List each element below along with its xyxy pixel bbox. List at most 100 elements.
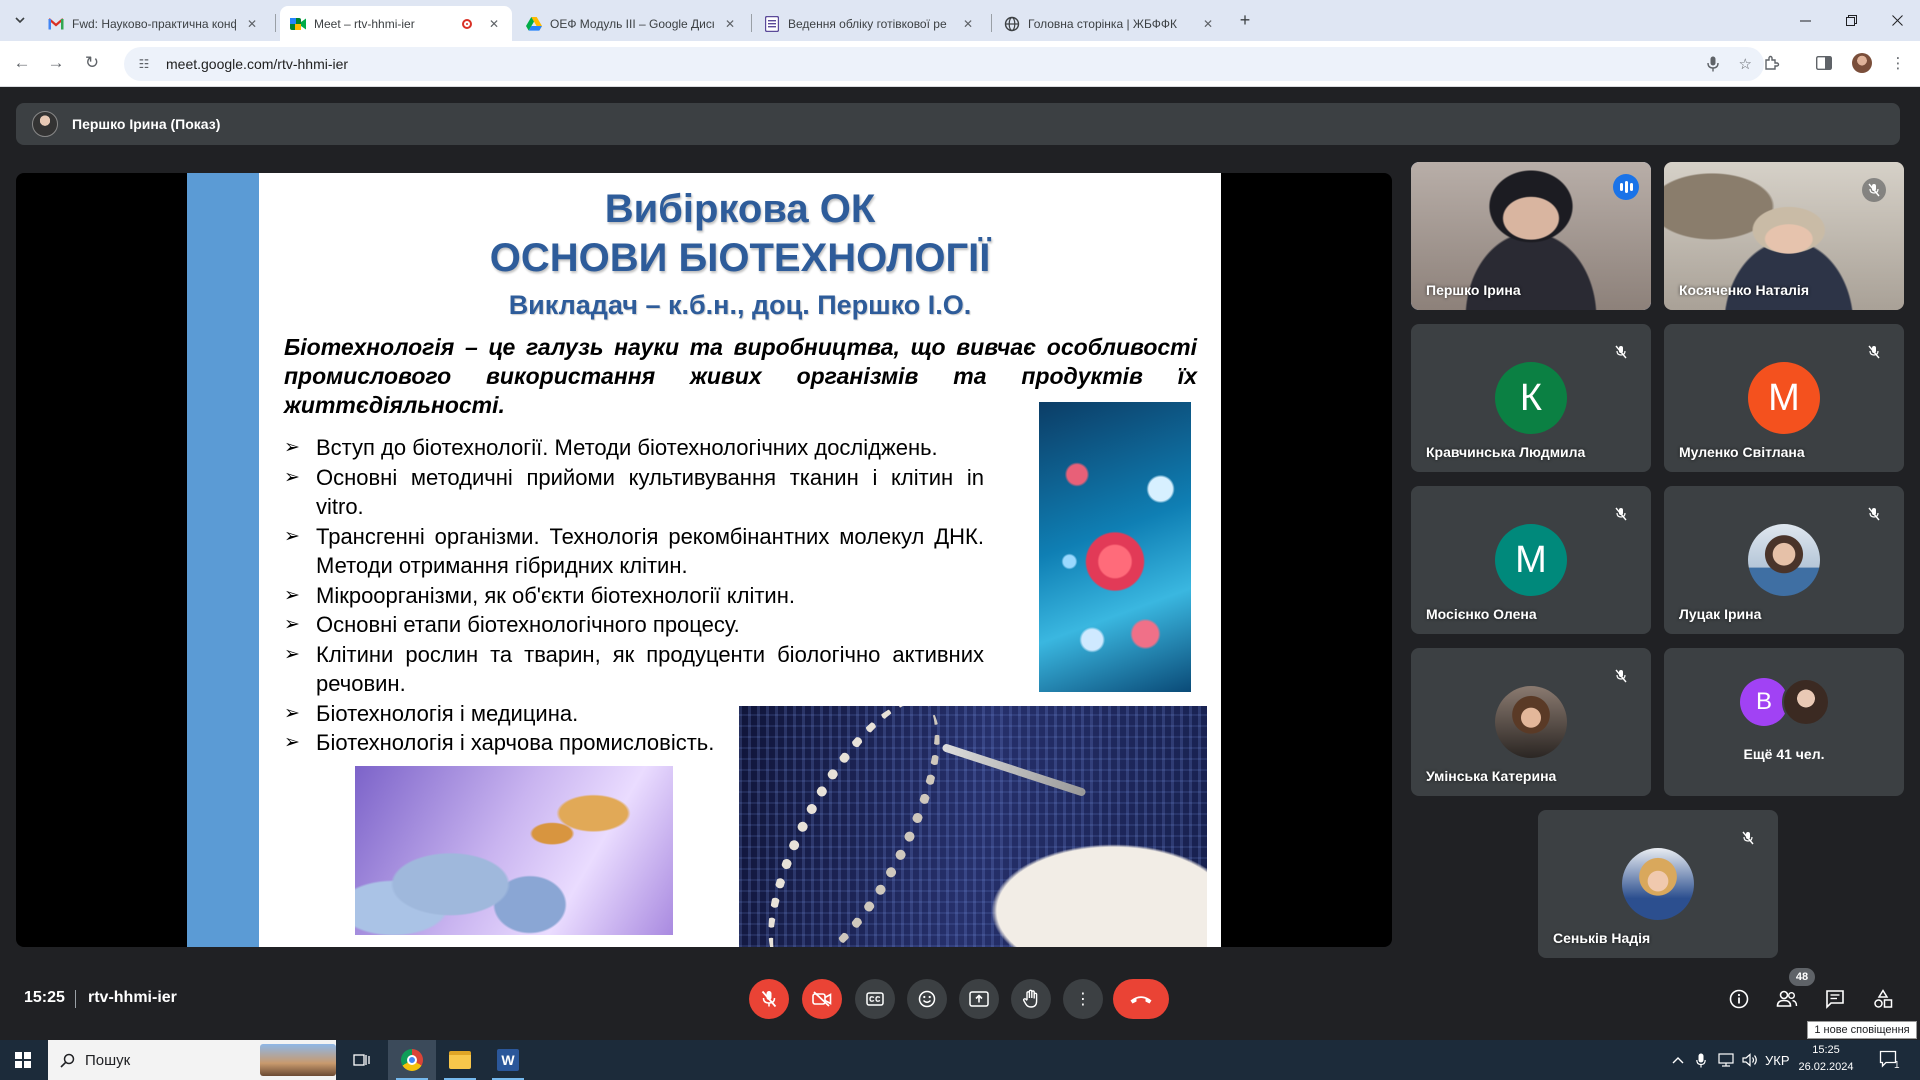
input-language-indicator[interactable]: УКР (1765, 1040, 1790, 1080)
slide-accent-bar (187, 173, 259, 947)
new-tab-button[interactable]: + (1233, 8, 1257, 32)
tray-network[interactable] (1718, 1040, 1734, 1080)
notification-count: 1 (1894, 1060, 1900, 1071)
close-tab-icon[interactable]: ✕ (960, 16, 976, 32)
speaking-indicator-icon (1613, 174, 1639, 200)
participant-tile[interactable]: Умінська Катерина (1411, 648, 1651, 796)
profile-button[interactable] (1848, 49, 1876, 77)
microphone-icon[interactable] (1706, 56, 1719, 72)
taskbar-file-explorer[interactable] (436, 1040, 484, 1080)
reload-button[interactable]: ↻ (78, 49, 106, 77)
chevron-down-icon (15, 17, 25, 24)
tab-drive[interactable]: ОЕФ Модуль ІІІ – Google Диск ✕ (516, 6, 748, 41)
mic-off-icon (1609, 340, 1633, 364)
taskbar-search-box[interactable]: Пошук (48, 1040, 336, 1080)
close-tab-icon[interactable]: ✕ (722, 16, 738, 32)
minimize-button[interactable] (1782, 0, 1828, 41)
mic-off-icon (1862, 178, 1886, 202)
avatar: М (1748, 362, 1820, 434)
taskbar-word[interactable]: W (484, 1040, 532, 1080)
mic-off-icon (1862, 340, 1886, 364)
mic-off-icon (1609, 664, 1633, 688)
avatar (1782, 678, 1830, 726)
windows-taskbar: Пошук W УКР 15:25 26.02.2024 1 (0, 1040, 1920, 1080)
antibody-illustration (355, 766, 673, 935)
show-hidden-icons-button[interactable] (1672, 1040, 1684, 1080)
docs-icon (764, 15, 780, 32)
chat-button[interactable] (1820, 984, 1850, 1014)
restore-button[interactable] (1828, 0, 1874, 41)
forward-button[interactable]: → (42, 49, 70, 77)
taskbar-chrome[interactable] (388, 1040, 436, 1080)
notification-center-button[interactable]: 1 (1870, 1040, 1910, 1080)
participant-name: Муленко Світлана (1679, 444, 1805, 460)
camera-off-icon (812, 991, 832, 1007)
present-screen-button[interactable] (959, 979, 999, 1019)
activities-button[interactable] (1868, 984, 1898, 1014)
task-view-button[interactable] (338, 1040, 386, 1080)
tray-microphone[interactable] (1696, 1040, 1706, 1080)
reactions-button[interactable] (907, 979, 947, 1019)
hang-up-icon (1130, 996, 1152, 1004)
tab-label: Головна сторінка | ЖБФФК (1028, 16, 1177, 31)
tab-search-button[interactable] (8, 8, 32, 32)
participant-tile[interactable]: Першко Ірина (1411, 162, 1651, 310)
tray-volume[interactable] (1742, 1040, 1758, 1080)
side-panel-button[interactable] (1810, 49, 1838, 77)
tab-gmail[interactable]: Fwd: Науково-практична конф ✕ (38, 6, 270, 41)
browser-menu-button[interactable]: ⋮ (1884, 49, 1912, 77)
more-participants-tile[interactable]: В Ещё 41 чел. (1664, 648, 1904, 796)
participant-tile[interactable]: Косяченко Наталія (1664, 162, 1904, 310)
back-button[interactable]: ← (8, 49, 36, 77)
meeting-info-button[interactable] (1724, 984, 1754, 1014)
participant-name: Умінська Катерина (1426, 768, 1557, 784)
participant-tile[interactable]: М Муленко Світлана (1664, 324, 1904, 472)
tab-label: Ведення обліку готівкової ре (788, 16, 947, 31)
start-button[interactable] (0, 1040, 46, 1080)
tab-label: ОЕФ Модуль ІІІ – Google Диск (550, 16, 714, 31)
leave-call-button[interactable] (1113, 979, 1169, 1019)
close-tab-icon[interactable]: ✕ (486, 16, 502, 32)
participant-tile[interactable]: М Мосієнко Олена (1411, 486, 1651, 634)
close-window-button[interactable] (1874, 0, 1920, 41)
info-icon (1729, 989, 1749, 1009)
close-tab-icon[interactable]: ✕ (1200, 16, 1216, 32)
tab-label: Meet – rtv-hhmi-ier (314, 16, 415, 31)
meeting-code: rtv-hhmi-ier (88, 989, 177, 1006)
people-button[interactable] (1772, 984, 1802, 1014)
taskbar-clock[interactable]: 15:25 26.02.2024 (1792, 1042, 1860, 1076)
participant-tile[interactable]: Сеньків Надія (1538, 810, 1778, 958)
tab-meet[interactable]: Meet – rtv-hhmi-ier ✕ (280, 6, 512, 41)
toggle-camera-button[interactable] (802, 979, 842, 1019)
globe-icon (1004, 16, 1020, 32)
avatar: М (1495, 524, 1567, 596)
close-icon (1891, 15, 1903, 26)
more-options-button[interactable]: ⋮ (1063, 979, 1103, 1019)
speaker-icon (1742, 1053, 1757, 1067)
raise-hand-button[interactable] (1011, 979, 1051, 1019)
tab-college[interactable]: Головна сторінка | ЖБФФК ✕ (994, 6, 1226, 41)
toggle-microphone-button[interactable] (749, 979, 789, 1019)
address-bar[interactable]: ☷ meet.google.com/rtv-hhmi-ier ☆ (124, 47, 1764, 81)
participant-name: Сеньків Надія (1553, 930, 1651, 946)
participant-tile[interactable]: К Кравчинська Людмила (1411, 324, 1651, 472)
puzzle-icon (1765, 55, 1780, 70)
avatar: В (1740, 678, 1788, 726)
tab-docs[interactable]: Ведення обліку готівкової ре ✕ (754, 6, 986, 41)
present-icon (969, 991, 989, 1007)
bookmark-star-icon[interactable]: ☆ (1739, 55, 1752, 73)
close-tab-icon[interactable]: ✕ (244, 16, 260, 32)
list-item: Основні етапи біотехнологічного процесу. (284, 610, 984, 640)
presentation-stage[interactable]: Вибіркова ОК ОСНОВИ БІОТЕХНОЛОГІЇ Виклад… (16, 173, 1392, 947)
search-highlight-image (260, 1044, 336, 1076)
participant-tile[interactable]: Луцак Ірина (1664, 486, 1904, 634)
presenter-label: Першко Ірина (Показ) (72, 116, 221, 132)
chat-icon (1826, 990, 1844, 1009)
captions-button[interactable] (855, 979, 895, 1019)
chevron-up-icon (1672, 1057, 1684, 1064)
meet-icon (290, 16, 306, 32)
restore-icon (1845, 15, 1857, 26)
clock-time: 15:25 (1812, 1044, 1840, 1056)
extensions-button[interactable] (1758, 49, 1786, 77)
site-settings-icon[interactable]: ☷ (134, 57, 154, 71)
